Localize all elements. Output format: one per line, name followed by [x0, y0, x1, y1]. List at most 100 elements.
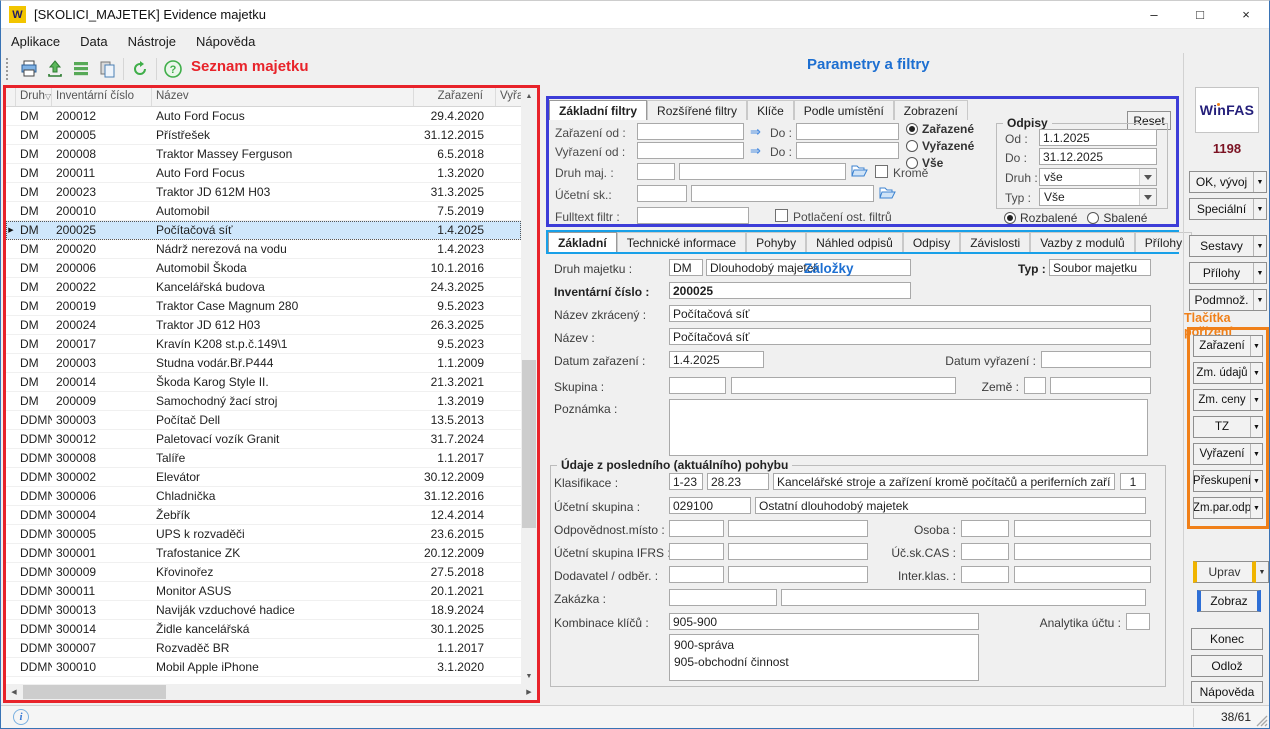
vyrazeni-od-input[interactable]: [637, 142, 744, 159]
odpisy-do-input[interactable]: [1039, 148, 1157, 165]
table-row[interactable]: DM200017Kravín K208 st.p.č.149\19.5.2023: [6, 335, 521, 354]
table-row[interactable]: DDMN300012Paletovací vozík Granit31.7.20…: [6, 430, 521, 449]
sidebar-button-odlo-[interactable]: Odlož: [1191, 655, 1263, 677]
zarazeni-od-input[interactable]: [637, 123, 744, 140]
list-icon[interactable]: [68, 56, 94, 82]
radio-vyazen[interactable]: Vyřazené: [906, 139, 974, 153]
table-row[interactable]: DDMN300006Chladnička31.12.2016: [6, 487, 521, 506]
vertical-scroll-thumb[interactable]: [522, 360, 536, 528]
zarazeni-do-input[interactable]: [796, 123, 899, 140]
copy-icon[interactable]: [94, 56, 120, 82]
datum-vyrazeni-input[interactable]: [1041, 351, 1151, 368]
sidebar-button-p-lohy[interactable]: Přílohy▼: [1189, 262, 1267, 284]
action-button-zm-ceny[interactable]: Zm. ceny▼: [1193, 389, 1263, 411]
odpisy-od-input[interactable]: [1039, 129, 1157, 146]
filter-tab-roz-en-filtry[interactable]: Rozšířené filtry: [647, 100, 747, 120]
sidebar-button-speci-ln-[interactable]: Speciální▼: [1189, 198, 1267, 220]
table-row[interactable]: ▶DM200025Počítačová síť1.4.2025: [6, 221, 521, 240]
table-row[interactable]: DM200010Automobil7.5.2019: [6, 202, 521, 221]
table-row[interactable]: DDMN300004Žebřík12.4.2014: [6, 506, 521, 525]
action-button-vy-azen-[interactable]: Vyřazení▼: [1193, 443, 1263, 465]
close-button[interactable]: ×: [1223, 1, 1269, 28]
table-header[interactable]: Druh▽ Inventární číslo Název Zařazení Vy…: [6, 88, 521, 107]
detail-tab-technick-informace[interactable]: Technické informace: [617, 232, 746, 252]
menu-item-data[interactable]: Data: [70, 34, 117, 49]
kombinace-klicu-input[interactable]: [669, 613, 979, 630]
table-row[interactable]: DM200008Traktor Massey Ferguson6.5.2018: [6, 145, 521, 164]
ifrs-code-input[interactable]: [669, 543, 724, 560]
zobraz-button[interactable]: Zobraz: [1197, 590, 1261, 612]
detail-tab-odpisy[interactable]: Odpisy: [903, 232, 960, 252]
menu-item-nstroje[interactable]: Nástroje: [118, 34, 186, 49]
interklas-code-input[interactable]: [961, 566, 1009, 583]
menu-item-aplikace[interactable]: Aplikace: [1, 34, 70, 49]
nazev-zkraceny-input[interactable]: [669, 305, 1151, 322]
scroll-up-icon[interactable]: ▲: [521, 88, 537, 104]
table-row[interactable]: DM200009Samochodný žací stroj1.3.2019: [6, 392, 521, 411]
filter-tab-kl-e[interactable]: Klíče: [747, 100, 794, 120]
col-inventarni-cislo[interactable]: Inventární číslo: [52, 88, 152, 106]
nazev-input[interactable]: [669, 328, 1151, 345]
table-row[interactable]: DM200003Studna vodár.Bř.P4441.1.2009: [6, 354, 521, 373]
table-row[interactable]: DM200019Traktor Case Magnum 2809.5.2023: [6, 297, 521, 316]
uprav-button[interactable]: Uprav ▼: [1193, 561, 1269, 583]
sidebar-button-ok-v-voj[interactable]: OK, vývoj▼: [1189, 171, 1267, 193]
table-row[interactable]: DDMN300011Monitor ASUS20.1.2021: [6, 582, 521, 601]
table-row[interactable]: DM200006Automobil Škoda10.1.2016: [6, 259, 521, 278]
odpovednost-code-input[interactable]: [669, 520, 724, 537]
radio-rozbalen[interactable]: Rozbalené: [1004, 211, 1077, 225]
druh-maj-code-input[interactable]: [637, 163, 675, 180]
maximize-button[interactable]: □: [1177, 1, 1223, 28]
help-icon[interactable]: ?: [160, 56, 186, 82]
minimize-button[interactable]: –: [1131, 1, 1177, 28]
krome-checkbox[interactable]: [875, 165, 888, 178]
action-button-tz[interactable]: TZ▼: [1193, 416, 1263, 438]
detail-tab-z-kladn-[interactable]: Základní: [548, 232, 617, 252]
table-row[interactable]: DM200024Traktor JD 612 H0326.3.2025: [6, 316, 521, 335]
druh-code-input[interactable]: [669, 259, 703, 276]
table-row[interactable]: DM200020Nádrž nerezová na vodu1.4.2023: [6, 240, 521, 259]
analytika-uctu-input[interactable]: [1126, 613, 1150, 630]
potlaceni-checkbox[interactable]: [775, 209, 788, 222]
table-row[interactable]: DM200014Škoda Karog Style II.21.3.2021: [6, 373, 521, 392]
detail-tab-n-hled-odpis-[interactable]: Náhled odpisů: [806, 232, 903, 252]
scroll-left-icon[interactable]: ◀: [6, 684, 22, 700]
vertical-scrollbar[interactable]: ▲ ▼: [521, 88, 537, 684]
fulltext-input[interactable]: [637, 207, 749, 224]
zeme-name-input[interactable]: [1050, 377, 1151, 394]
menu-item-npovda[interactable]: Nápověda: [186, 34, 265, 49]
table-row[interactable]: DDMN300010Mobil Apple iPhone3.1.2020: [6, 658, 521, 677]
col-vyrazeni[interactable]: Vyřaz: [496, 88, 521, 106]
poznamka-textarea[interactable]: [669, 399, 1148, 456]
filter-tab-zobrazen-[interactable]: Zobrazení: [894, 100, 968, 120]
interklas-name-input[interactable]: [1014, 566, 1151, 583]
zakazka-code-input[interactable]: [669, 589, 777, 606]
folder-open-icon[interactable]: [879, 186, 896, 203]
table-row[interactable]: DM200011Auto Ford Focus1.3.2020: [6, 164, 521, 183]
vyrazeni-do-input[interactable]: [796, 142, 899, 159]
table-row[interactable]: DM200005Přístřešek31.12.2015: [6, 126, 521, 145]
detail-tab-vazby-z-modul-[interactable]: Vazby z modulů: [1030, 232, 1135, 252]
detail-tab-z-vislosti[interactable]: Závislosti: [960, 232, 1030, 252]
horizontal-scroll-thumb[interactable]: [23, 685, 166, 699]
sidebar-button-n-pov-da[interactable]: Nápověda: [1191, 681, 1263, 703]
klasifikace-count-input[interactable]: [1120, 473, 1146, 490]
skupina-name-input[interactable]: [731, 377, 956, 394]
sidebar-button-sestavy[interactable]: Sestavy▼: [1189, 235, 1267, 257]
table-row[interactable]: DDMN300002Elevátor30.12.2009: [6, 468, 521, 487]
zeme-code-input[interactable]: [1024, 377, 1046, 394]
inventarni-cislo-input[interactable]: [669, 282, 911, 299]
table-row[interactable]: DDMN300008Talíře1.1.2017: [6, 449, 521, 468]
table-row[interactable]: DM200023Traktor JD 612M H0331.3.2025: [6, 183, 521, 202]
table-row[interactable]: DM200022Kancelářská budova24.3.2025: [6, 278, 521, 297]
typ-input[interactable]: [1049, 259, 1151, 276]
odpisy-typ-select[interactable]: Vše: [1039, 188, 1157, 206]
table-row[interactable]: DDMN300007Rozvaděč BR1.1.2017: [6, 639, 521, 658]
osoba-code-input[interactable]: [961, 520, 1009, 537]
scroll-right-icon[interactable]: ▶: [521, 684, 537, 700]
table-row[interactable]: DM200012Auto Ford Focus29.4.2020: [6, 107, 521, 126]
table-row[interactable]: DDMN300014Židle kancelářská30.1.2025: [6, 620, 521, 639]
ucetni-skupina-code-input[interactable]: [669, 497, 751, 514]
table-row[interactable]: DDMN300003Počítač Dell13.5.2013: [6, 411, 521, 430]
col-druh[interactable]: Druh▽: [16, 88, 52, 106]
